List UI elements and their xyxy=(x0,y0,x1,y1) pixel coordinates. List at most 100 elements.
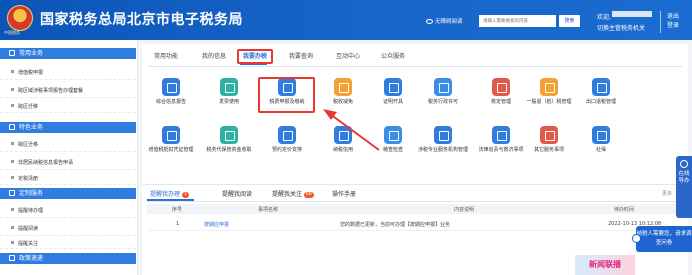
tile-label: 纳税信用 xyxy=(332,147,353,153)
admin-permit-icon xyxy=(434,78,452,96)
tile-admin-permit[interactable]: 税务行政许可 xyxy=(418,78,468,118)
tile-label: 出口退税管理 xyxy=(585,99,616,105)
tab-interaction[interactable]: 互动中心 xyxy=(336,51,360,62)
sidebar-item-remind-todo[interactable]: 提醒待办理 xyxy=(0,204,136,218)
tile-approval-mgmt[interactable]: 核定管理 xyxy=(476,78,526,118)
tile-tax-credit[interactable]: 纳税信用 xyxy=(318,126,368,166)
tile-tax-refund[interactable]: 一般退（抵）税管理 xyxy=(524,78,574,118)
vat-voucher-icon xyxy=(162,126,180,144)
table-header xyxy=(147,204,681,214)
certificate-icon xyxy=(384,78,402,96)
switch-tax-authority-link[interactable]: 切换主管税务机关 xyxy=(597,23,645,32)
tile-label: 综合信息报告 xyxy=(155,99,186,105)
tab-common[interactable]: 常用功能 xyxy=(154,51,178,62)
tile-label: 法律追责与救济事项 xyxy=(478,147,524,153)
custody-fund-icon xyxy=(220,126,238,144)
tile-export-refund[interactable]: 出口退税管理 xyxy=(576,78,626,118)
promo-banner[interactable]: 新闻联播 xyxy=(575,255,635,275)
tile-highlight-box xyxy=(258,77,315,113)
inspection-icon xyxy=(384,126,402,144)
panel-tab-manual[interactable]: 操作手册 xyxy=(332,189,356,198)
sidebar-section-custom[interactable]: 定制服务 xyxy=(0,188,136,199)
sidebar: 常用业务 增值税申报 跨区域涉税事项报告办理套餐 跨区迁移 特色业务 跨区迁移 … xyxy=(0,40,138,275)
sidebar-item-migrate[interactable]: 跨区迁移 xyxy=(0,102,136,113)
sidebar-section-common[interactable]: 常用业务 xyxy=(0,48,136,59)
tab-highlight-box xyxy=(237,49,273,64)
panel-tab-follow[interactable]: 提醒我关注 68 xyxy=(272,189,314,198)
online-help-widget[interactable]: 在线导办 xyxy=(676,156,692,218)
tile-custody-fund[interactable]: 税务代保管资金收取 xyxy=(204,126,254,166)
info-report-icon xyxy=(162,78,180,96)
search-input[interactable] xyxy=(479,15,556,27)
table-row-divider xyxy=(147,230,681,231)
tile-other-services[interactable]: 其它服务事项 xyxy=(524,126,574,166)
accessibility-link[interactable]: 无障碍阅读 xyxy=(426,17,463,25)
invoice-icon xyxy=(220,78,238,96)
username-redacted xyxy=(612,11,652,17)
tile-social-security[interactable]: 社保 xyxy=(576,126,626,166)
sidebar-item-tax-list[interactable]: 定税清册 xyxy=(0,174,136,185)
sidebar-section-policy[interactable]: 政策速递 xyxy=(0,253,136,264)
tile-certificate[interactable]: 证明开具 xyxy=(368,78,418,118)
tile-label: 涉税专业服务机构管理 xyxy=(418,147,469,153)
col-name: 事项名称 xyxy=(258,207,279,213)
search-button[interactable]: 搜索 xyxy=(559,15,580,27)
tile-label: 预约定价安排 xyxy=(271,147,302,153)
other-services-icon xyxy=(540,126,558,144)
sidebar-item-vat-declare[interactable]: 增值税申报 xyxy=(0,66,136,80)
tabs-divider xyxy=(148,66,682,67)
row-name-link[interactable]: 按期应申报 xyxy=(204,221,229,228)
tax-agency-icon xyxy=(434,126,452,144)
accessibility-label: 无障碍阅读 xyxy=(435,19,463,25)
panel-tab-read[interactable]: 提醒我阅读 xyxy=(222,189,252,198)
tile-label: 稽查检查 xyxy=(382,147,403,153)
list-icon xyxy=(9,50,15,56)
sidebar-section-special[interactable]: 特色业务 xyxy=(0,122,136,133)
tile-pricing-arrangement[interactable]: 预约定价安排 xyxy=(262,126,312,166)
grid-icon xyxy=(9,124,15,130)
tile-vat-voucher[interactable]: 增值税抵扣凭证管理 xyxy=(146,126,196,166)
tab-my-info[interactable]: 我的信息 xyxy=(202,51,226,62)
sidebar-item-nonresident[interactable]: 非居民纳税信息报告申请 xyxy=(0,156,136,170)
tax-emblem-icon xyxy=(7,5,33,31)
tab-public[interactable]: 公众服务 xyxy=(381,51,405,62)
tile-legal-remedy[interactable]: 法律追责与救济事项 xyxy=(476,126,526,166)
export-refund-icon xyxy=(592,78,610,96)
sidebar-item-cross-region[interactable]: 跨区域涉税事项报告办理套餐 xyxy=(0,84,136,98)
panel-tab-todo[interactable]: 提醒我办理 1 xyxy=(150,189,189,198)
tile-label: 社保 xyxy=(595,147,606,153)
chat-icon xyxy=(632,234,641,243)
todo-count-badge: 1 xyxy=(182,192,189,198)
tile-label: 其它服务事项 xyxy=(533,147,564,153)
social-security-icon xyxy=(592,126,610,144)
eye-icon xyxy=(426,19,433,24)
survey-banner[interactable]: 纳税人需要您，请求调查问卷 xyxy=(632,226,692,252)
tile-inspection[interactable]: 稽查检查 xyxy=(368,126,418,166)
logout-button[interactable]: 退出登录 xyxy=(667,12,679,30)
approval-mgmt-icon xyxy=(492,78,510,96)
tile-label: 证明开具 xyxy=(382,99,403,105)
row-index: 1 xyxy=(176,221,180,227)
tab-query[interactable]: 我要查询 xyxy=(289,51,313,62)
tax-refund-icon xyxy=(540,78,558,96)
user-icon xyxy=(9,255,15,261)
sidebar-item-migrate-2[interactable]: 跨区迁移 xyxy=(0,138,136,152)
tile-info-report[interactable]: 综合信息报告 xyxy=(146,78,196,118)
sidebar-item-remind-read[interactable]: 提醒阅读 xyxy=(0,222,136,236)
tile-tax-reduction[interactable]: 税收减免 xyxy=(318,78,368,118)
tile-tax-agency[interactable]: 涉税专业服务机构管理 xyxy=(418,126,468,166)
header-divider xyxy=(660,11,661,33)
main-panel: 常用功能 我的信息 我要办税 我要查询 互动中心 公众服务 综合信息报告 发票使用… xyxy=(142,44,688,184)
panel-tabs-divider xyxy=(147,201,681,202)
follow-count-badge: 68 xyxy=(304,192,314,198)
tax-reduction-icon xyxy=(334,78,352,96)
row-description: 您的数据已更新，当前可办理【按期应申报】业务 xyxy=(340,222,451,228)
more-link[interactable]: 更多 xyxy=(662,190,672,197)
sidebar-item-remind-follow[interactable]: 提醒关注 xyxy=(0,240,136,249)
tax-credit-icon xyxy=(334,126,352,144)
emblem-caption: 中国税务 xyxy=(4,30,20,35)
tile-label: 税收减免 xyxy=(332,99,353,105)
tile-invoice[interactable]: 发票使用 xyxy=(204,78,254,118)
site-title: 国家税务总局北京市电子税务局 xyxy=(40,12,243,28)
tile-label: 税务行政许可 xyxy=(427,99,458,105)
